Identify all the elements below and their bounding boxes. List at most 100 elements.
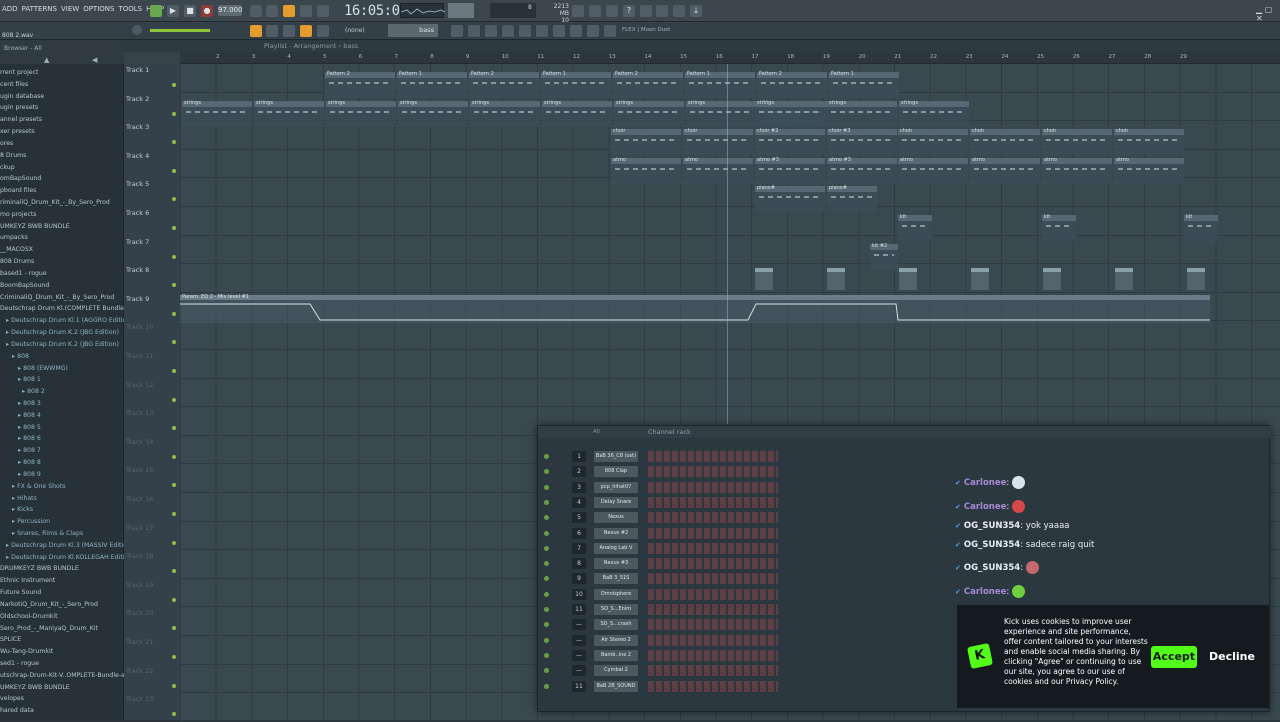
channel-row[interactable]: 1 BaB 36_C8 (ost) [542,451,782,465]
loop-record-icon[interactable] [317,5,329,17]
audio-clip[interactable] [1187,268,1205,291]
track-mute-led[interactable] [172,483,176,488]
pattern-clip[interactable]: strings [398,100,468,127]
audio-clip[interactable] [827,268,845,291]
menu-options[interactable]: OPTIONS [83,5,114,13]
pattern-mode-label[interactable]: (none) [345,27,365,34]
mixer-icon[interactable] [589,5,601,17]
browser-item[interactable]: ▸ 808 9 [18,471,41,479]
channel-row[interactable]: — Cymbal 2 [542,665,782,679]
browser-item[interactable]: ckup [0,164,15,172]
channel-step-buttons[interactable] [648,588,778,600]
channel-step-buttons[interactable] [648,496,778,508]
channel-row[interactable]: 7 Analog Lab V [542,542,782,557]
browser-item[interactable]: utschrap-Drum-Kit-V..OMPLETE-Bundle-aa7p… [0,672,144,680]
track-mute-led[interactable] [172,512,176,516]
channel-rack-icon[interactable] [519,25,531,37]
browser-item[interactable]: ▸ Deutschrap Drum Kl.KOLLEGAH Edition) [6,554,135,562]
browser-item[interactable]: ▸ Percussion [12,518,50,526]
window-controls[interactable]: ▁ ▢ ✕ [1256,5,1280,23]
track-mute-led[interactable] [172,540,176,545]
channel-row[interactable]: 2 808 Clap [542,466,782,480]
track-label[interactable]: Track 9 [126,295,149,303]
pattern-clip[interactable]: Pattern 1 [685,71,755,98]
channel-name-button[interactable]: BaB 3_51S [594,573,638,585]
channel-mixer-track[interactable]: 8 [572,558,586,570]
browser-view-icon[interactable] [536,25,548,37]
channel-mixer-track[interactable]: 11 [572,604,586,615]
pattern-clip[interactable]: piano# [827,185,877,213]
browser-item[interactable]: SPLICE [0,636,21,644]
playlist-tool-icon[interactable] [250,25,262,37]
channel-mute-led[interactable] [544,607,549,612]
browser-item[interactable]: velopes [0,695,24,703]
chat-icon[interactable] [673,5,685,17]
track-label[interactable]: Track 1 [126,66,149,74]
master-volume[interactable] [448,3,474,18]
channel-name-button[interactable]: Air Stereo 2 [594,634,638,646]
browser-item[interactable]: ▸ 808 2 [22,388,45,396]
channel-mute-led[interactable] [544,454,549,459]
channel-mute-led[interactable] [544,668,549,674]
channel-step-buttons[interactable] [648,619,778,631]
channel-step-buttons[interactable] [648,527,778,539]
track-mute-led[interactable] [172,83,176,87]
channel-step-buttons[interactable] [648,542,778,554]
channel-name-button[interactable]: Omnisphere [594,588,638,600]
channel-row[interactable]: 9 BaB 3_51S [542,573,782,587]
browser-item[interactable]: NarkotiQ_Drum_Kit_-_Sero_Prod [0,601,98,609]
news-icon[interactable] [604,25,616,37]
browser-item[interactable]: annel presets [0,116,42,124]
channel-mixer-track[interactable]: 3 [572,481,586,493]
playlist-title[interactable]: Playlist - Arrangement › bass [124,40,1280,52]
mixer-view-icon[interactable] [502,25,514,37]
track-mute-led[interactable] [172,111,176,116]
channel-mixer-track[interactable]: 5 [572,512,586,524]
browser-item[interactable]: mo projects [0,211,36,219]
browser-item[interactable]: Ethnic Instrument [0,577,55,585]
channel-mute-led[interactable] [544,530,549,536]
browser-item[interactable]: DRUMKEYZ BWB BUNDLE [0,565,79,573]
browser-item[interactable]: sed1 - rogue [0,660,39,668]
menu-add[interactable]: ADD [2,5,18,13]
browser-item[interactable]: omBapSound [0,175,41,183]
track-label[interactable]: Track 22 [126,667,153,675]
pattern-clip[interactable]: choir [970,128,1040,156]
channel-name-button[interactable]: Nexus #3 [594,558,638,570]
track-label[interactable]: Track 13 [126,409,153,417]
track-label[interactable]: Track 14 [126,438,153,446]
browser-item[interactable]: Sero_Prod_-_ManiyaQ_Drum_Kit [0,625,98,633]
audio-clip[interactable] [971,268,989,291]
plugin-icon[interactable] [640,5,652,17]
master-volume-slider[interactable] [150,29,210,32]
slide-icon[interactable] [283,25,295,37]
step-seq-icon[interactable] [485,25,497,37]
track-label[interactable]: Track 8 [126,266,149,274]
blend-icon[interactable] [300,5,312,17]
tempo-display[interactable]: 97.000 [218,5,243,16]
piano-roll-icon[interactable] [606,5,618,17]
typing-keyboard-icon[interactable] [317,25,329,37]
decline-cookies-button[interactable]: Decline [1207,646,1257,668]
channel-row[interactable]: 5 Nexus [542,512,782,526]
channel-mute-led[interactable] [544,637,549,643]
pattern-clip[interactable]: atmo [1114,157,1184,184]
track-mute-led[interactable] [172,426,176,431]
track-label[interactable]: Track 4 [126,152,149,160]
track-mute-led[interactable] [172,655,176,659]
pattern-clip[interactable]: strings [326,100,396,127]
browser-item[interactable]: umpacks [0,234,28,242]
channel-name-button[interactable]: 808 Clap [594,466,638,478]
browser-item[interactable]: ▸ Kicks [12,506,33,514]
plugin-db-icon[interactable] [553,25,565,37]
browser-item[interactable]: ores [0,140,13,148]
song-time[interactable]: 16:05:00 [344,3,408,19]
automation-clip[interactable]: Param. EQ 2 - Mix level #1 [180,294,1210,323]
channel-mute-led[interactable] [544,469,549,475]
channel-row[interactable]: 11 SO_S...Enim [542,604,782,618]
accept-cookies-button[interactable]: Accept [1151,646,1197,668]
browser-item[interactable]: ▸ 808 8 [18,459,41,467]
channel-mixer-track[interactable]: 11 [572,680,586,692]
pattern-clip[interactable]: strings [614,100,684,127]
up-icon[interactable]: ▲ [44,56,49,64]
